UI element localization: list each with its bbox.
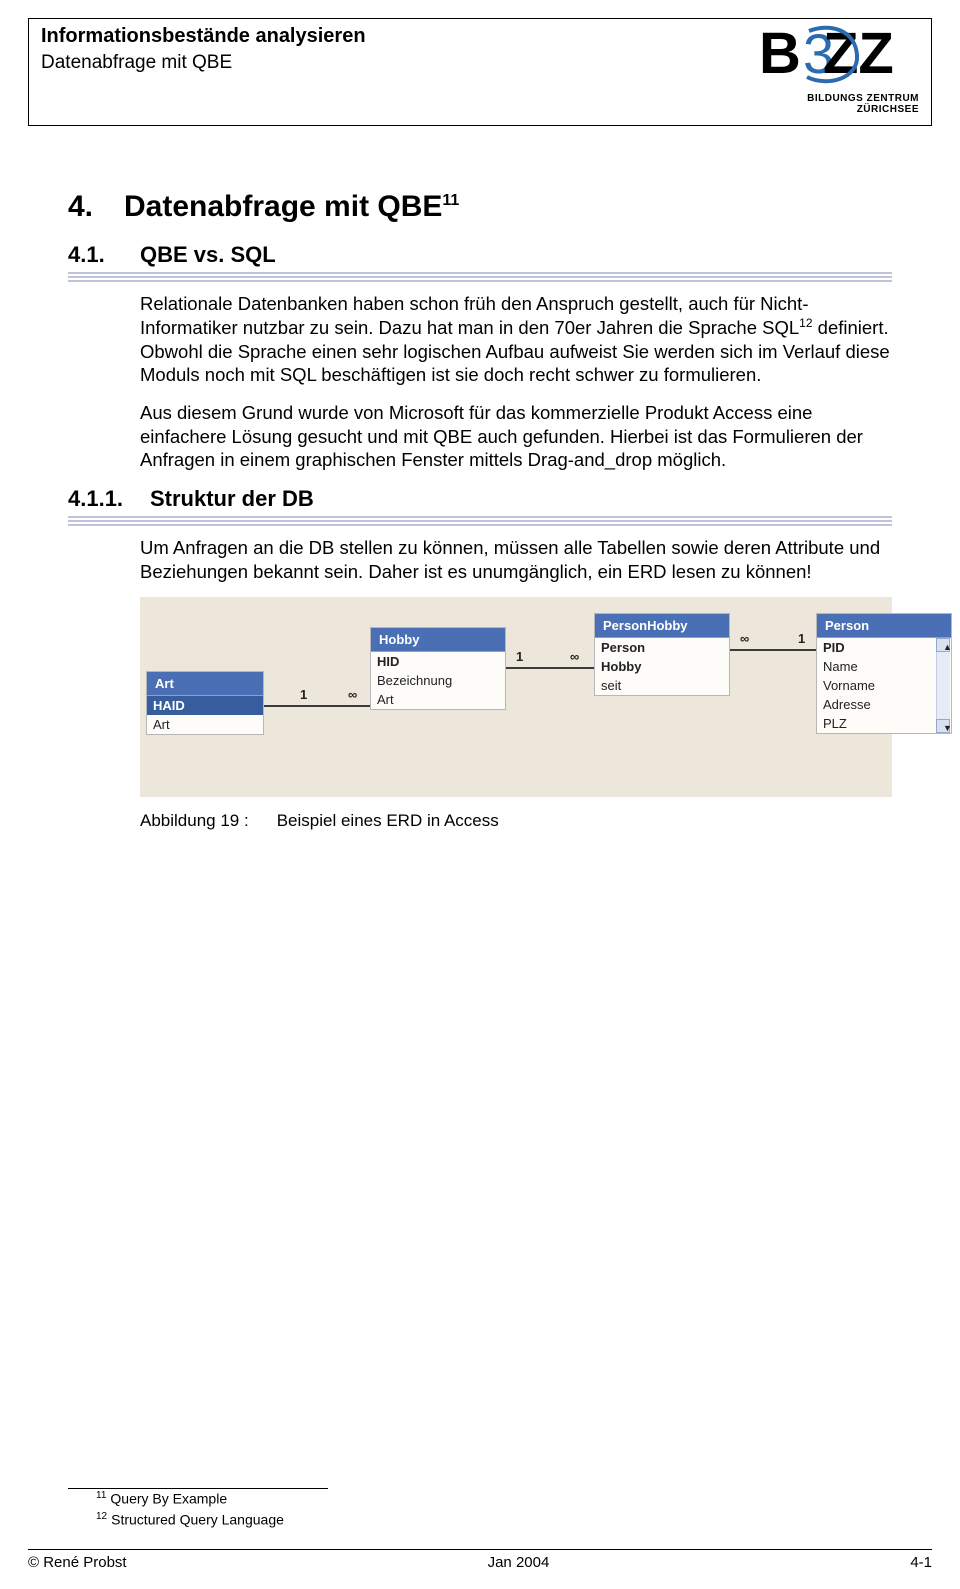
erd-field: Name bbox=[817, 657, 937, 676]
erd-field: Art bbox=[371, 690, 505, 709]
erd-field: Vorname bbox=[817, 676, 937, 695]
footnotes: 11Query By Example 12Structured Query La… bbox=[96, 1488, 284, 1531]
h1-number: 4. bbox=[68, 190, 124, 224]
erd-field: HID bbox=[371, 652, 505, 671]
divider-stack-2 bbox=[68, 516, 892, 526]
page-footer: © René Probst Jan 2004 4-1 bbox=[28, 1549, 932, 1571]
scroll-up-icon: ▲ bbox=[936, 638, 950, 652]
paragraph-3: Um Anfragen an die DB stellen zu können,… bbox=[140, 536, 892, 583]
h1-footnote-ref: 11 bbox=[442, 192, 459, 209]
footnote-ref-12: 12 bbox=[799, 316, 812, 330]
main-content: 4. Datenabfrage mit QBE11 4.1. QBE vs. S… bbox=[68, 190, 892, 831]
svg-text:B: B bbox=[759, 25, 801, 86]
erd-field: Person bbox=[595, 638, 729, 657]
scroll-track bbox=[936, 652, 950, 719]
logo-block: B 3 ZZ BILDUNGS ZENTRUM ZÜRICHSEE bbox=[749, 25, 919, 115]
h1-text: Datenabfrage mit QBE11 bbox=[124, 190, 459, 224]
h2a-number: 4.1. bbox=[68, 242, 140, 268]
erd-header: PersonHobby bbox=[595, 614, 729, 638]
paragraph-2: Aus diesem Grund wurde von Microsoft für… bbox=[140, 401, 892, 472]
figure-caption: Abbildung 19 : Beispiel eines ERD in Acc… bbox=[140, 811, 892, 831]
erd-relation-line bbox=[730, 649, 816, 651]
heading-2b: 4.1.1. Struktur der DB bbox=[68, 486, 892, 512]
h2a-text: QBE vs. SQL bbox=[140, 242, 276, 268]
header-text-block: Informationsbestände analysieren Datenab… bbox=[41, 25, 366, 74]
erd-table-hobby: Hobby HID Bezeichnung Art bbox=[370, 627, 506, 710]
erd-table-person: Person PID Name Vorname Adresse PLZ ▲ ▼ bbox=[816, 613, 952, 734]
erd-header: Art bbox=[147, 672, 263, 696]
erd-cardinality: ∞ bbox=[740, 631, 749, 646]
paragraph-1: Relationale Datenbanken haben schon früh… bbox=[140, 292, 892, 387]
caption-text: Beispiel eines ERD in Access bbox=[277, 811, 499, 831]
header-title: Informationsbestände analysieren bbox=[41, 25, 366, 48]
erd-header: Person bbox=[817, 614, 951, 638]
erd-header: Hobby bbox=[371, 628, 505, 652]
footnote-12: 12Structured Query Language bbox=[96, 1509, 284, 1531]
erd-field: HAID bbox=[147, 696, 263, 715]
footer-center: Jan 2004 bbox=[488, 1554, 550, 1571]
erd-field: PLZ bbox=[817, 714, 937, 733]
heading-2a: 4.1. QBE vs. SQL bbox=[68, 242, 892, 268]
h2b-text: Struktur der DB bbox=[150, 486, 314, 512]
erd-figure: Art HAID Art Hobby HID Bezeichnung Art P… bbox=[140, 597, 892, 797]
erd-field: Bezeichnung bbox=[371, 671, 505, 690]
footnote-11: 11Query By Example bbox=[96, 1488, 284, 1510]
erd-cardinality: ∞ bbox=[570, 649, 579, 664]
h2b-number: 4.1.1. bbox=[68, 486, 150, 512]
header-subtitle: Datenabfrage mit QBE bbox=[41, 52, 366, 74]
scroll-down-icon: ▼ bbox=[936, 719, 950, 733]
erd-cardinality: 1 bbox=[798, 631, 805, 646]
erd-relation-line bbox=[506, 667, 594, 669]
erd-cardinality: ∞ bbox=[348, 687, 357, 702]
erd-table-art: Art HAID Art bbox=[146, 671, 264, 735]
heading-1: 4. Datenabfrage mit QBE11 bbox=[68, 190, 892, 224]
footer-right: 4-1 bbox=[910, 1554, 932, 1571]
erd-field: PID bbox=[817, 638, 937, 657]
erd-table-personhobby: PersonHobby Person Hobby seit bbox=[594, 613, 730, 696]
erd-cardinality: 1 bbox=[300, 687, 307, 702]
caption-label: Abbildung 19 : bbox=[140, 811, 249, 831]
logo-icon: B 3 ZZ bbox=[759, 25, 919, 89]
erd-field: Adresse bbox=[817, 695, 937, 714]
erd-field: Hobby bbox=[595, 657, 729, 676]
page-header: Informationsbestände analysieren Datenab… bbox=[28, 18, 932, 126]
divider-stack bbox=[68, 272, 892, 282]
erd-field: Art bbox=[147, 715, 263, 734]
erd-relation-line bbox=[264, 705, 370, 707]
logo-caption: BILDUNGS ZENTRUM ZÜRICHSEE bbox=[749, 93, 919, 115]
footer-left: © René Probst bbox=[28, 1554, 127, 1571]
erd-field: seit bbox=[595, 676, 729, 695]
erd-cardinality: 1 bbox=[516, 649, 523, 664]
